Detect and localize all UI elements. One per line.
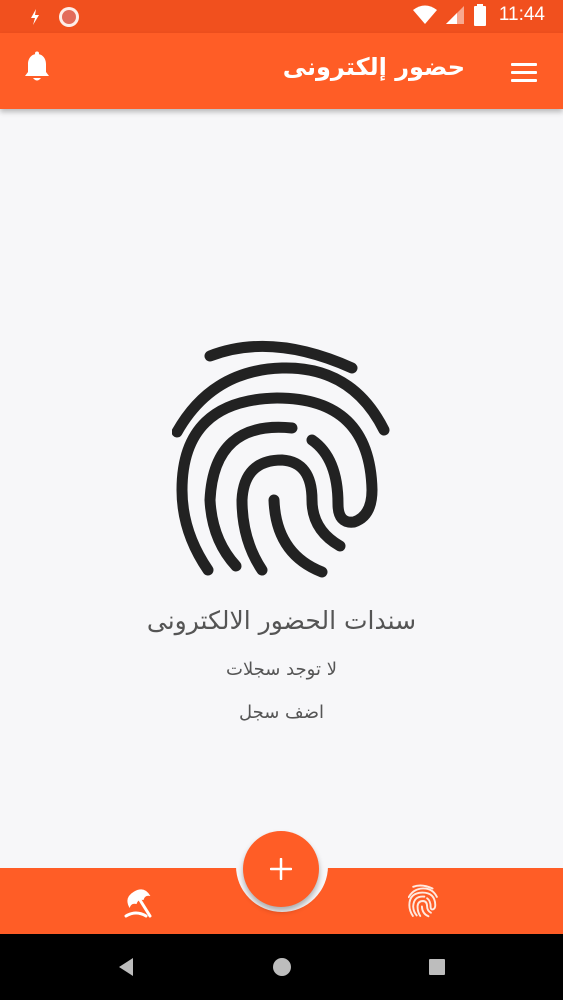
status-bar-right: 11:44 <box>412 4 545 26</box>
add-record-link[interactable]: اضف سجل <box>239 702 324 723</box>
app-bar: حضور إلكترونى <box>0 33 563 109</box>
system-nav-bar <box>0 934 563 1000</box>
bell-icon <box>25 51 49 81</box>
nav-attendance-button[interactable] <box>407 884 438 918</box>
fingerprint-icon <box>407 884 438 918</box>
nav-vacation-button[interactable] <box>124 886 156 918</box>
status-time: 11:44 <box>498 4 545 25</box>
menu-icon-line <box>511 62 537 66</box>
home-icon[interactable] <box>271 956 293 978</box>
back-icon[interactable] <box>116 956 136 978</box>
status-bar-left <box>28 6 80 28</box>
add-fab-button[interactable] <box>243 831 319 907</box>
empty-state: سندات الحضور الالكترونى لا توجد سجلات اض… <box>0 340 563 723</box>
wifi-icon <box>412 5 437 24</box>
signal-icon <box>445 6 464 24</box>
recents-icon[interactable] <box>428 958 446 976</box>
menu-button[interactable] <box>511 57 541 87</box>
battery-icon <box>473 4 486 26</box>
notifications-button[interactable] <box>22 51 52 85</box>
tethering-icon <box>31 9 39 25</box>
record-icon <box>59 7 79 27</box>
fingerprint-icon <box>171 340 389 578</box>
page-title: حضور إلكترونى <box>282 53 465 81</box>
vacation-umbrella-icon <box>124 889 152 918</box>
screen: 11:44 حضور إلكترونى سندات الحضور الالكتر… <box>0 0 563 1000</box>
menu-icon-line <box>511 70 537 74</box>
status-bar: 11:44 <box>0 0 563 33</box>
empty-state-title: سندات الحضور الالكترونى <box>146 606 417 635</box>
plus-icon <box>270 858 292 880</box>
empty-state-subtitle: لا توجد سجلات <box>226 659 337 680</box>
menu-icon-line <box>511 78 537 82</box>
